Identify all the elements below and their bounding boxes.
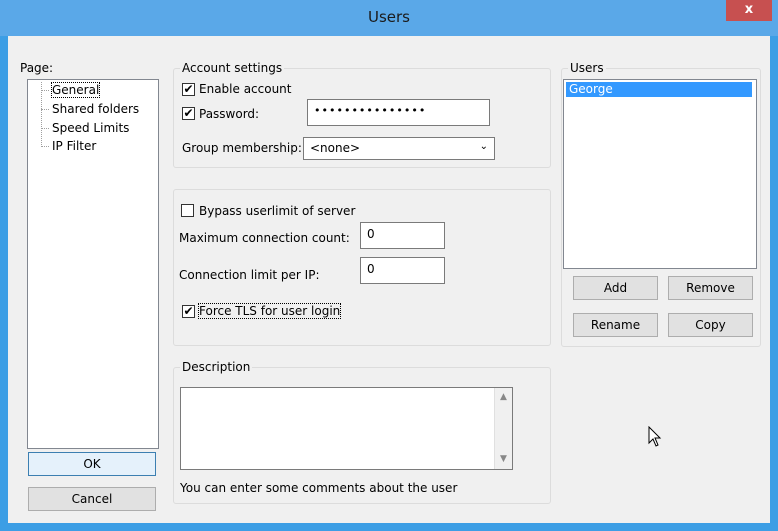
add-user-button[interactable]: Add xyxy=(573,276,658,300)
group-membership-value: <none> xyxy=(310,141,361,155)
description-scrollbar[interactable]: ▲ ▼ xyxy=(494,388,512,469)
enable-account-checkbox[interactable]: ✔ xyxy=(182,83,195,96)
tree-item-shared-folders[interactable]: Shared folders xyxy=(52,102,139,116)
connection-per-ip-label: Connection limit per IP: xyxy=(179,268,320,282)
bypass-userlimit-checkbox[interactable] xyxy=(181,204,194,217)
tree-connector xyxy=(41,90,49,91)
max-connection-label: Maximum connection count: xyxy=(179,231,350,245)
password-label: Password: xyxy=(199,107,260,121)
title-bar[interactable]: Users x xyxy=(0,0,778,36)
close-button[interactable]: x xyxy=(726,0,772,21)
users-list[interactable]: George xyxy=(563,79,757,269)
scroll-down-icon[interactable]: ▼ xyxy=(495,454,512,464)
rename-user-button[interactable]: Rename xyxy=(573,313,658,337)
page-tree[interactable]: General Shared folders Speed Limits IP F… xyxy=(27,79,159,449)
tree-connector xyxy=(41,109,49,110)
ok-button[interactable]: OK xyxy=(28,452,156,476)
tree-item-speed-limits[interactable]: Speed Limits xyxy=(52,121,129,135)
chevron-down-icon: ⌄ xyxy=(479,141,488,152)
cancel-button[interactable]: Cancel xyxy=(28,487,156,511)
enable-account-label: Enable account xyxy=(199,82,292,96)
account-settings-title: Account settings xyxy=(180,61,285,75)
users-title: Users xyxy=(568,61,606,75)
description-field[interactable]: ▲ ▼ xyxy=(180,387,513,470)
page-label: Page: xyxy=(20,61,54,75)
window-title: Users xyxy=(367,8,410,26)
tree-connector xyxy=(41,82,42,145)
dialog-body: Page: General Shared folders Speed Limit… xyxy=(8,36,770,523)
force-tls-label: Force TLS for user login xyxy=(197,303,342,319)
user-list-item-george[interactable]: George xyxy=(566,82,752,97)
tree-connector xyxy=(41,146,49,147)
connection-per-ip-field[interactable]: 0 xyxy=(360,257,445,284)
force-tls-checkbox[interactable]: ✔ xyxy=(182,305,195,318)
tree-connector xyxy=(41,128,49,129)
password-checkbox[interactable]: ✔ xyxy=(182,107,195,120)
group-membership-label: Group membership: xyxy=(182,141,302,155)
mouse-cursor-icon xyxy=(648,426,662,447)
password-field[interactable]: ••••••••••••••• xyxy=(307,99,490,126)
tree-item-general[interactable]: General xyxy=(50,82,101,98)
max-connection-field[interactable]: 0 xyxy=(360,222,445,249)
remove-user-button[interactable]: Remove xyxy=(668,276,753,300)
description-hint: You can enter some comments about the us… xyxy=(180,481,458,495)
bypass-userlimit-label: Bypass userlimit of server xyxy=(199,204,356,218)
scroll-up-icon[interactable]: ▲ xyxy=(495,392,512,402)
users-dialog: Users x Page: General Shared folders Spe… xyxy=(0,0,778,531)
group-membership-select[interactable]: <none> ⌄ xyxy=(303,137,495,160)
tree-item-ip-filter[interactable]: IP Filter xyxy=(52,139,96,153)
description-title: Description xyxy=(180,360,253,374)
copy-user-button[interactable]: Copy xyxy=(668,313,753,337)
